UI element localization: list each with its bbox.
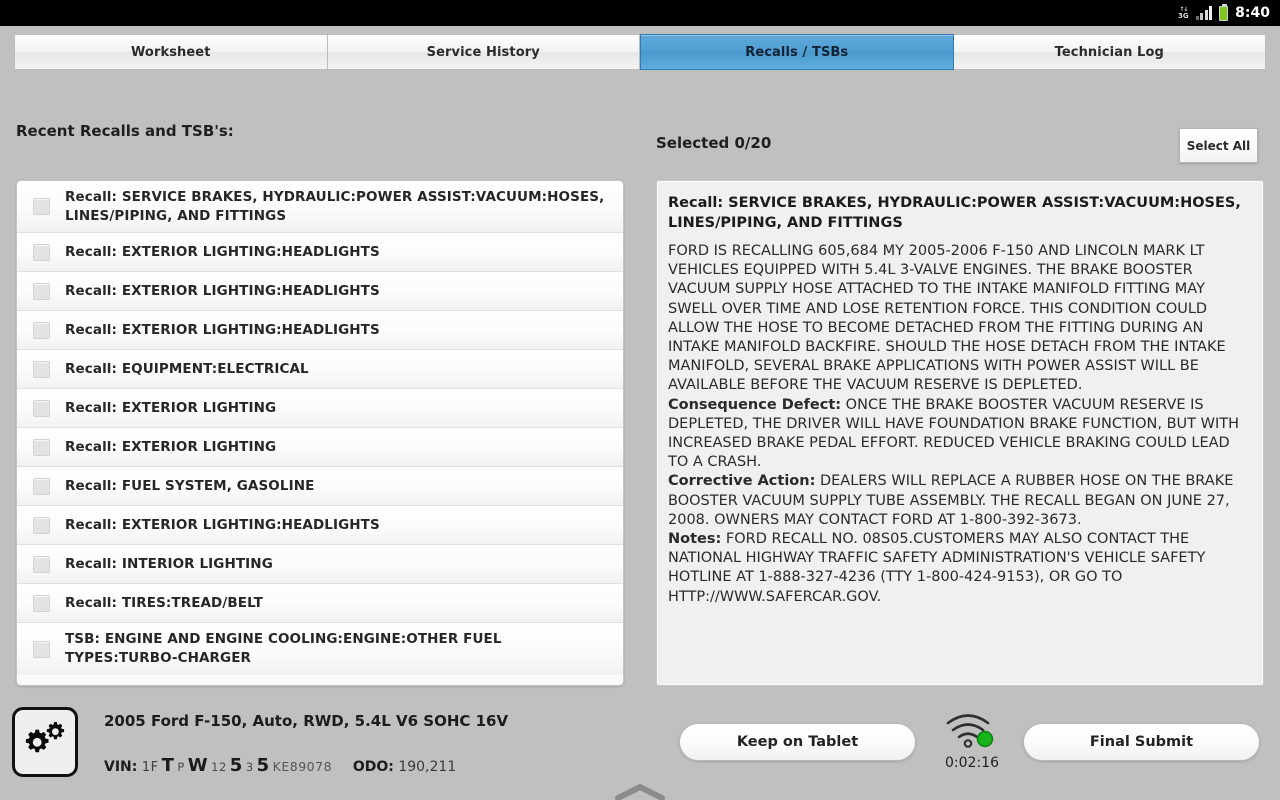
detail-title: Recall: SERVICE BRAKES, HYDRAULIC:POWER … [668, 195, 1241, 231]
notes-label: Notes: [668, 531, 722, 548]
odo-label: ODO: [352, 759, 394, 775]
recall-checkbox[interactable] [33, 438, 50, 456]
tab-service-history[interactable]: Service History [327, 34, 640, 70]
recall-item-label: TSB: ENGINE AND ENGINE COOLING:ENGINE:OT… [65, 631, 502, 666]
wifi-icon [946, 714, 994, 748]
recall-list-item[interactable]: Recall: EXTERIOR LIGHTING [17, 428, 623, 467]
vin-segment: 12 [211, 760, 227, 774]
vin-segment: 5 [256, 755, 270, 776]
recall-item-label: Recall: EXTERIOR LIGHTING:HEADLIGHTS [65, 516, 380, 533]
vin-segment: T [161, 755, 175, 776]
recall-list-item[interactable]: Recall: SERVICE BRAKES, HYDRAULIC:POWER … [17, 181, 623, 233]
recall-item-label: Recall: TIRES:TREAD/BELT [65, 594, 263, 611]
recall-item-label: Recall: EXTERIOR LIGHTING [65, 399, 277, 416]
corrective-label: Corrective Action: [668, 473, 816, 490]
recall-item-label: Recall: FUEL SYSTEM, GASOLINE [65, 477, 315, 494]
recall-item-label: Recall: EXTERIOR LIGHTING [65, 438, 277, 455]
status-bar: ↑↓ 3G 8:40 [0, 0, 1280, 26]
recall-checkbox[interactable] [33, 477, 50, 495]
recall-list-item[interactable]: Recall: EXTERIOR LIGHTING:HEADLIGHTS [17, 233, 623, 272]
selected-count-label: Selected 0/20 [656, 134, 772, 152]
recall-list-item[interactable]: Recall: FUEL SYSTEM, GASOLINE [17, 467, 623, 506]
recall-item-label: Recall: INTERIOR LIGHTING [65, 555, 273, 572]
wifi-status: 0:02:16 [936, 712, 1008, 771]
recall-list-item[interactable]: Recall: TIRES:TREAD/BELT [17, 584, 623, 623]
vin-value: 1F T P W 12 5 3 5 KE89078 [141, 755, 335, 776]
vin-label: VIN: [104, 759, 138, 775]
battery-icon [1219, 3, 1229, 21]
odo-value: 190,211 [398, 759, 457, 775]
recall-list[interactable]: Recall: SERVICE BRAKES, HYDRAULIC:POWER … [16, 180, 624, 686]
notes-text: FORD RECALL NO. 08S05.CUSTOMERS MAY ALSO… [668, 531, 1206, 605]
recall-item-label: Recall: EXTERIOR LIGHTING:HEADLIGHTS [65, 321, 380, 338]
recall-checkbox[interactable] [33, 516, 50, 534]
recall-checkbox[interactable] [33, 321, 50, 339]
recall-item-label: Recall: SERVICE BRAKES, HYDRAULIC:POWER … [65, 188, 605, 224]
nav-handle-chevron-up-icon[interactable] [610, 782, 670, 800]
recall-list-item[interactable]: Recall: EQUIPMENT:ELECTRICAL [17, 350, 623, 389]
3g-label: 3G [1178, 11, 1189, 20]
session-timer: 0:02:16 [945, 755, 999, 771]
vin-odo-line: VIN: 1F T P W 12 5 3 5 KE89078 ODO: 190,211 [104, 755, 456, 776]
status-time: 8:40 [1235, 5, 1270, 21]
wifi-connected-dot [976, 730, 994, 748]
recall-checkbox[interactable] [33, 282, 50, 300]
recall-detail-panel: Recall: SERVICE BRAKES, HYDRAULIC:POWER … [656, 180, 1264, 686]
vin-segment: 5 [229, 755, 243, 776]
vin-segment: 1F [141, 760, 159, 775]
recall-checkbox[interactable] [33, 555, 50, 573]
recall-item-label: Recall: EXTERIOR LIGHTING:HEADLIGHTS [65, 282, 380, 299]
3g-icon: ↑↓ 3G [1178, 5, 1189, 20]
left-panel-heading: Recent Recalls and TSB's: [16, 122, 234, 140]
recall-list-item[interactable]: TSB: ENGINE AND ENGINE COOLING:ENGINE:OT… [17, 623, 623, 675]
recall-item-label: Recall: EXTERIOR LIGHTING:HEADLIGHTS [65, 243, 380, 260]
tab-technician-log[interactable]: Technician Log [953, 34, 1266, 70]
tab-bar: Worksheet Service History Recalls / TSBs… [0, 26, 1280, 72]
recall-checkbox[interactable] [33, 360, 50, 378]
detail-consequence: Consequence Defect: ONCE THE BRAKE BOOST… [668, 396, 1252, 473]
recall-list-item[interactable]: Recall: EXTERIOR LIGHTING:HEADLIGHTS [17, 272, 623, 311]
consequence-label: Consequence Defect: [668, 396, 842, 413]
select-all-button[interactable]: Select All [1179, 128, 1258, 163]
signal-icon [1195, 6, 1213, 20]
keep-on-tablet-button[interactable]: Keep on Tablet [679, 723, 916, 761]
vin-segment: KE89078 [272, 759, 333, 774]
recall-list-item[interactable]: Recall: EXTERIOR LIGHTING:HEADLIGHTS [17, 311, 623, 350]
detail-summary: FORD IS RECALLING 605,684 MY 2005-2006 F… [668, 243, 1226, 394]
recall-checkbox[interactable] [33, 640, 50, 658]
footer-bar: 2005 Ford F-150, Auto, RWD, 5.4L V6 SOHC… [0, 696, 1280, 800]
vehicle-description: 2005 Ford F-150, Auto, RWD, 5.4L V6 SOHC… [104, 712, 509, 730]
gears-icon[interactable] [12, 707, 78, 777]
detail-notes: Notes: FORD RECALL NO. 08S05.CUSTOMERS M… [668, 530, 1252, 607]
main-content: Recent Recalls and TSB's: Selected 0/20 … [0, 72, 1280, 696]
detail-body: FORD IS RECALLING 605,684 MY 2005-2006 F… [668, 242, 1252, 607]
detail-corrective: Corrective Action: DEALERS WILL REPLACE … [668, 472, 1252, 530]
final-submit-button[interactable]: Final Submit [1023, 723, 1260, 761]
recall-list-item[interactable]: Recall: INTERIOR LIGHTING [17, 545, 623, 584]
vin-segment: P [177, 760, 185, 774]
recall-list-item[interactable]: Recall: EXTERIOR LIGHTING:HEADLIGHTS [17, 506, 623, 545]
recall-checkbox[interactable] [33, 594, 50, 612]
recall-checkbox[interactable] [33, 198, 50, 215]
vin-segment: W [187, 755, 209, 776]
tab-recalls-tsbs[interactable]: Recalls / TSBs [640, 34, 954, 70]
tab-worksheet[interactable]: Worksheet [14, 34, 328, 70]
recall-checkbox[interactable] [33, 243, 50, 261]
recall-list-item[interactable]: Recall: EXTERIOR LIGHTING [17, 389, 623, 428]
vin-segment: 3 [245, 760, 254, 774]
gears-glyph [25, 722, 65, 753]
recall-checkbox[interactable] [33, 399, 50, 417]
recall-item-label: Recall: EQUIPMENT:ELECTRICAL [65, 360, 309, 377]
